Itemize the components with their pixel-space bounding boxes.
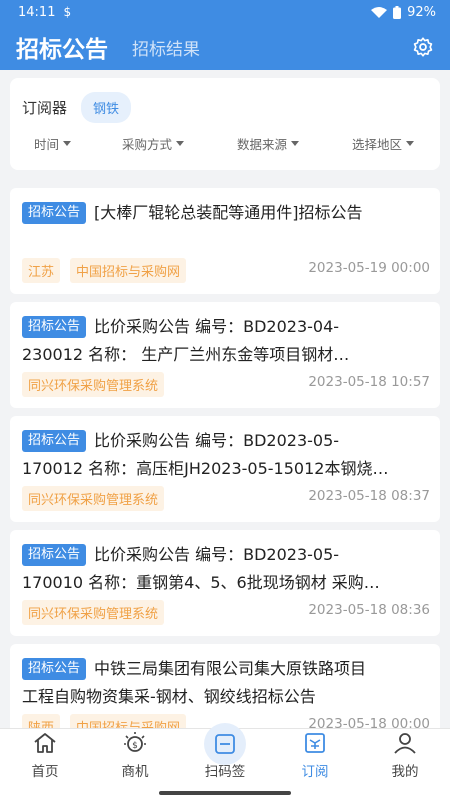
tab-home[interactable]: 首页 bbox=[0, 729, 90, 784]
caret-down-icon bbox=[291, 141, 300, 146]
notice-card[interactable]: 招标公告 比价采购公告 编号：BD2023-05- 170010 名称：重钢第4、… bbox=[10, 530, 440, 636]
caret-down-icon bbox=[63, 141, 72, 146]
tab-bid-notice[interactable]: 招标公告 bbox=[16, 30, 108, 64]
scan-button-bg bbox=[204, 723, 246, 765]
source-tag: 中国招标与采购网 bbox=[70, 714, 187, 728]
notice-title: 比价采购公告 编号：BD2023-04- bbox=[94, 317, 340, 336]
bottom-tab-bar: 首页 $ 商机 扫码签 订阅 我的 bbox=[0, 723, 450, 784]
subscribe-icon bbox=[305, 733, 325, 753]
notice-card[interactable]: 招标公告 比价采购公告 编号：BD2023-05- 170012 名称：高压柜JH… bbox=[10, 416, 440, 522]
status-bar: 14:11 $ 92% bbox=[0, 0, 450, 24]
notice-type-badge: 招标公告 bbox=[22, 316, 87, 338]
notice-title: [大棒厂辊轮总装配等通用件]招标公告 bbox=[94, 203, 363, 222]
tab-opportunity[interactable]: $ 商机 bbox=[90, 729, 180, 784]
gear-icon[interactable] bbox=[412, 36, 434, 58]
filter-data-source-label: 数据来源 bbox=[237, 137, 288, 152]
notice-date: 2023-05-19 00:00 bbox=[308, 260, 430, 276]
status-right: 92% bbox=[371, 5, 436, 20]
tab-bid-result[interactable]: 招标结果 bbox=[132, 35, 200, 60]
money-bulb-icon: $ bbox=[124, 732, 146, 752]
region-tag: 江苏 bbox=[22, 258, 61, 283]
filter-time-label: 时间 bbox=[34, 137, 60, 152]
notice-type-badge: 招标公告 bbox=[22, 544, 87, 566]
user-icon bbox=[394, 733, 416, 754]
battery-icon bbox=[393, 5, 402, 19]
sync-icon: $ bbox=[63, 5, 72, 19]
caret-down-icon bbox=[406, 141, 415, 146]
status-time: 14:11 bbox=[18, 4, 56, 20]
tab-mine[interactable]: 我的 bbox=[360, 729, 450, 784]
notice-title-continued: 170012 名称：高压柜JH2023-05-15012本钢烧… bbox=[22, 459, 389, 478]
notice-card[interactable]: 招标公告 中铁三局集团有限公司集大原铁路项目 工程自购物资集采-钢材、钢绞线招标公… bbox=[10, 644, 440, 728]
battery-level: 92% bbox=[407, 4, 436, 20]
tab-opportunity-label: 商机 bbox=[121, 764, 149, 780]
notice-title: 比价采购公告 编号：BD2023-05- bbox=[94, 431, 340, 450]
notice-title-continued: 170010 名称：重钢第4、5、6批现场钢材 采购… bbox=[22, 573, 380, 592]
notice-title: 中铁三局集团有限公司集大原铁路项目 bbox=[94, 659, 367, 678]
filter-time[interactable]: 时间 bbox=[34, 134, 72, 153]
notice-type-badge: 招标公告 bbox=[22, 658, 87, 680]
notice-type-badge: 招标公告 bbox=[22, 430, 87, 452]
caret-down-icon bbox=[176, 141, 185, 146]
home-indicator[interactable] bbox=[159, 791, 291, 795]
notice-date: 2023-05-18 08:37 bbox=[308, 488, 430, 504]
notice-date: 2023-05-18 10:57 bbox=[308, 374, 430, 390]
tab-mine-label: 我的 bbox=[391, 764, 419, 780]
svg-text:$: $ bbox=[132, 741, 138, 751]
tab-scan-sign[interactable]: 扫码签 bbox=[180, 723, 270, 784]
notice-card[interactable]: 招标公告 [大棒厂辊轮总装配等通用件]招标公告 江苏 中国招标与采购网 2023-… bbox=[10, 188, 440, 294]
app-header: 招标公告 招标结果 bbox=[0, 24, 450, 70]
source-tag: 同兴环保采购管理系统 bbox=[22, 486, 165, 511]
notice-card[interactable]: 招标公告 比价采购公告 编号：BD2023-04- 230012 名称： 生产厂兰… bbox=[10, 302, 440, 408]
notice-date: 2023-05-18 08:36 bbox=[308, 602, 430, 618]
subscriber-label: 订阅器 bbox=[22, 99, 68, 117]
keyword-chip[interactable]: 钢铁 bbox=[81, 92, 132, 123]
tab-subscribe[interactable]: 订阅 bbox=[270, 729, 360, 784]
region-tag: 陕西 bbox=[22, 714, 61, 728]
notice-type-badge: 招标公告 bbox=[22, 202, 87, 224]
subscription-filter: 订阅器 钢铁 时间 采购方式 数据来源 选择地区 bbox=[10, 78, 440, 170]
source-tag: 中国招标与采购网 bbox=[70, 258, 187, 283]
filter-purchase-method-label: 采购方式 bbox=[122, 137, 173, 152]
filter-region[interactable]: 选择地区 bbox=[352, 134, 415, 153]
wifi-icon bbox=[371, 7, 388, 18]
notice-title-continued: 工程自购物资集采-钢材、钢绞线招标公告 bbox=[22, 687, 316, 706]
tab-home-label: 首页 bbox=[31, 764, 59, 780]
filter-data-source[interactable]: 数据来源 bbox=[237, 134, 300, 153]
notice-title-continued: 230012 名称： 生产厂兰州东金等项目钢材… bbox=[22, 345, 350, 364]
tab-subscribe-label: 订阅 bbox=[301, 764, 329, 780]
filter-purchase-method[interactable]: 采购方式 bbox=[122, 134, 185, 153]
notice-list[interactable]: 招标公告 [大棒厂辊轮总装配等通用件]招标公告 江苏 中国招标与采购网 2023-… bbox=[10, 186, 440, 728]
source-tag: 同兴环保采购管理系统 bbox=[22, 600, 165, 625]
filter-region-label: 选择地区 bbox=[352, 137, 403, 152]
home-icon bbox=[34, 733, 56, 753]
source-tag: 同兴环保采购管理系统 bbox=[22, 372, 165, 397]
scan-icon bbox=[215, 734, 235, 754]
notice-date: 2023-05-18 00:00 bbox=[308, 716, 430, 728]
notice-title: 比价采购公告 编号：BD2023-05- bbox=[94, 545, 340, 564]
